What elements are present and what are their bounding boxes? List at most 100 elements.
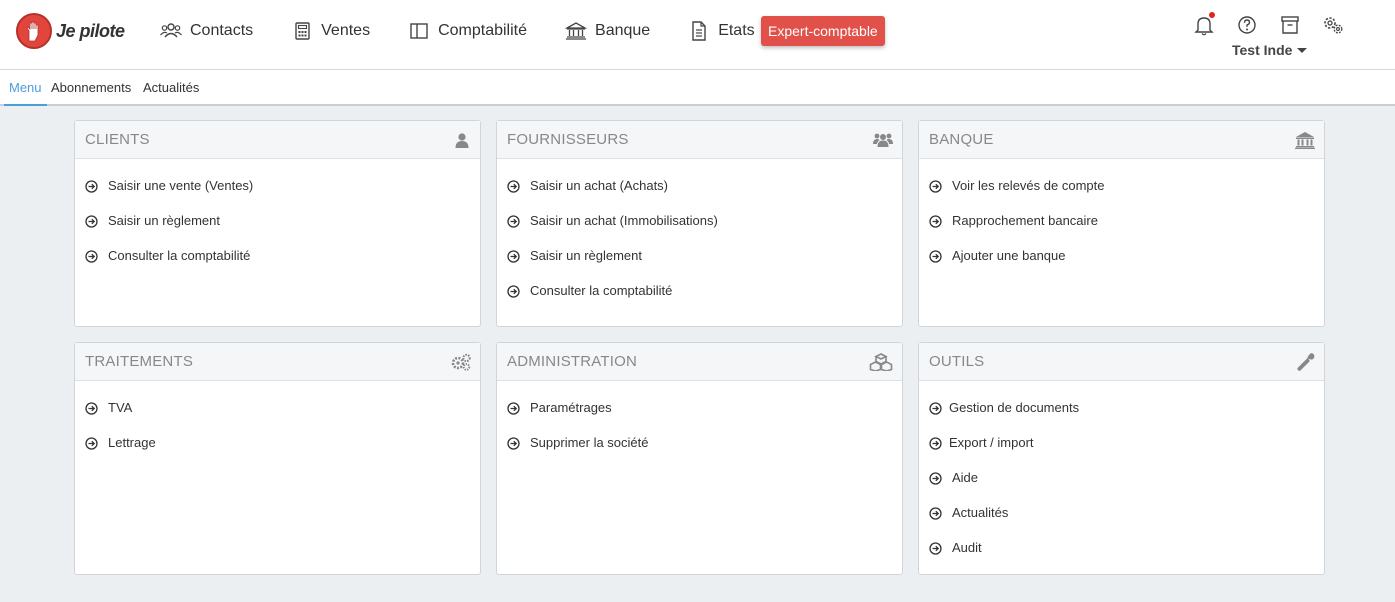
panel-traitements: TRAITEMENTS TVA Lettrage (74, 342, 481, 575)
tab-abonnements[interactable]: Abonnements (51, 70, 131, 106)
link-aide[interactable]: Aide (919, 470, 1324, 505)
header-actions (1193, 12, 1365, 36)
arrow-circle-right-icon (85, 215, 98, 228)
arrow-circle-right-icon (929, 542, 942, 555)
user-icon (453, 131, 471, 149)
link-gestion-documents[interactable]: Gestion de documents (919, 400, 1324, 435)
arrow-circle-right-icon (507, 402, 520, 415)
logo[interactable]: Je pilote (16, 13, 125, 49)
link-parametrages[interactable]: Paramétrages (497, 400, 902, 435)
nav-label: Comptabilité (438, 22, 528, 39)
link-releves-compte[interactable]: Voir les relevés de compte (919, 178, 1324, 213)
book-icon (410, 23, 428, 39)
panel-header: OUTILS (919, 343, 1324, 381)
link-saisir-vente[interactable]: Saisir une vente (Ventes) (75, 178, 480, 213)
nav-label: Banque (595, 22, 651, 39)
panel-title: CLIENTS (85, 131, 150, 148)
nav-label: Etats (718, 22, 755, 39)
archive-icon (1281, 16, 1299, 34)
link-label: Consulter la comptabilité (108, 248, 251, 263)
link-lettrage[interactable]: Lettrage (75, 435, 480, 470)
panel-title: TRAITEMENTS (85, 353, 194, 370)
link-audit[interactable]: Audit (919, 540, 1324, 575)
nav-label: Ventes (321, 22, 371, 39)
link-label: Export / import (949, 435, 1034, 450)
link-label: Aide (952, 470, 979, 485)
link-label: Saisir un achat (Immobilisations) (530, 213, 718, 228)
panel-title: ADMINISTRATION (507, 353, 638, 370)
logo-hand-icon (16, 13, 52, 49)
expert-comptable-button[interactable]: Expert-comptable (761, 16, 885, 46)
panel-links: Paramétrages Supprimer la société (497, 381, 902, 470)
user-menu[interactable]: Test Inde (1232, 42, 1308, 58)
bank-icon (565, 22, 588, 40)
link-label: Paramétrages (530, 400, 612, 415)
arrow-circle-right-icon (929, 507, 942, 520)
link-actualites[interactable]: Actualités (919, 505, 1324, 540)
link-saisir-achat-immobilisations[interactable]: Saisir un achat (Immobilisations) (497, 213, 902, 248)
archive-button[interactable] (1279, 14, 1301, 36)
panel-clients: CLIENTS Saisir une vente (Ventes) Saisir… (74, 120, 481, 327)
chevron-down-icon (1297, 47, 1308, 53)
arrow-circle-right-icon (929, 472, 942, 485)
panel-links: TVA Lettrage (75, 381, 480, 470)
nav-ventes[interactable]: Ventes (291, 21, 370, 41)
link-saisir-achat[interactable]: Saisir un achat (Achats) (497, 178, 902, 213)
nav-contacts[interactable]: Contacts (160, 21, 253, 41)
nav-comptabilite[interactable]: Comptabilité (408, 21, 527, 41)
notifications-button[interactable] (1193, 12, 1215, 36)
link-tva[interactable]: TVA (75, 400, 480, 435)
link-consulter-comptabilite[interactable]: Consulter la comptabilité (75, 248, 480, 283)
link-label: Ajouter une banque (952, 248, 1066, 263)
panel-header: TRAITEMENTS (75, 343, 480, 381)
panel-outils: OUTILS Gestion de documents Export / imp… (918, 342, 1325, 575)
link-ajouter-banque[interactable]: Ajouter une banque (919, 248, 1324, 283)
nav-banque[interactable]: Banque (565, 21, 650, 41)
question-icon (1238, 16, 1256, 34)
link-supprimer-societe[interactable]: Supprimer la société (497, 435, 902, 470)
settings-button[interactable] (1322, 14, 1344, 36)
arrow-circle-right-icon (929, 215, 942, 228)
calculator-icon (295, 22, 310, 40)
bank-icon (1295, 131, 1315, 149)
arrow-circle-right-icon (507, 215, 520, 228)
help-button[interactable] (1236, 14, 1258, 36)
arrow-circle-right-icon (85, 437, 98, 450)
gears-icon (1324, 17, 1343, 34)
tab-actualites[interactable]: Actualités (143, 70, 199, 106)
cubes-icon (869, 353, 893, 372)
link-label: Voir les relevés de compte (952, 178, 1105, 193)
arrow-circle-right-icon (507, 250, 520, 263)
tab-menu[interactable]: Menu (4, 70, 47, 106)
panel-title: OUTILS (929, 353, 985, 370)
panel-links: Saisir un achat (Achats) Saisir un achat… (497, 159, 902, 318)
panel-header: BANQUE (919, 121, 1324, 159)
link-label: Rapprochement bancaire (952, 213, 1098, 228)
link-export-import[interactable]: Export / import (919, 435, 1324, 470)
nav-etats[interactable]: Etats (688, 21, 755, 41)
panel-links: Gestion de documents Export / import Aid… (919, 381, 1324, 575)
wrench-icon (1297, 353, 1315, 371)
link-consulter-comptabilite[interactable]: Consulter la comptabilité (497, 283, 902, 318)
arrow-circle-right-icon (929, 250, 942, 263)
link-rapprochement-bancaire[interactable]: Rapprochement bancaire (919, 213, 1324, 248)
arrow-circle-right-icon (507, 437, 520, 450)
panel-header: ADMINISTRATION (497, 343, 902, 381)
link-label: Saisir un règlement (108, 213, 220, 228)
link-label: Saisir un règlement (530, 248, 642, 263)
notification-dot (1209, 12, 1215, 18)
arrow-circle-right-icon (507, 180, 520, 193)
gears-icon (451, 353, 471, 371)
link-saisir-reglement[interactable]: Saisir un règlement (497, 248, 902, 283)
arrow-circle-right-icon (85, 250, 98, 263)
link-label: Lettrage (108, 435, 156, 450)
arrow-circle-right-icon (929, 437, 942, 450)
link-label: Consulter la comptabilité (530, 283, 673, 298)
sub-tabs: Menu Abonnements Actualités (0, 70, 1395, 106)
link-label: TVA (108, 400, 133, 415)
arrow-circle-right-icon (929, 402, 942, 415)
group-icon (873, 131, 893, 149)
panel-links: Saisir une vente (Ventes) Saisir un règl… (75, 159, 480, 283)
link-label: Saisir une vente (Ventes) (108, 178, 254, 193)
link-saisir-reglement[interactable]: Saisir un règlement (75, 213, 480, 248)
